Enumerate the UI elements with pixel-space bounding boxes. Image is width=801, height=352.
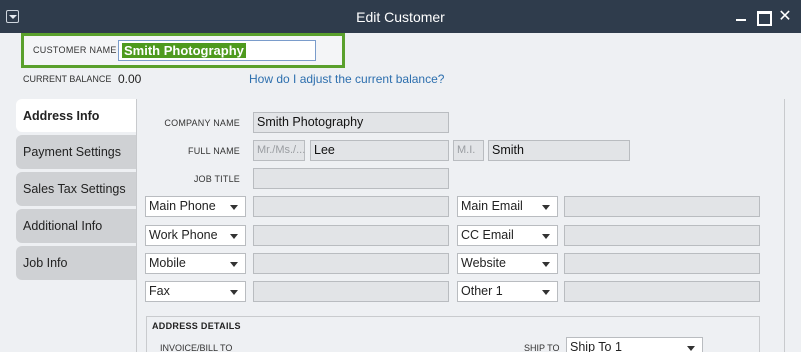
maximize-button[interactable] [752, 6, 774, 28]
close-button[interactable]: ✕ [774, 6, 796, 28]
tab-address-info[interactable]: Address Info [16, 99, 137, 132]
tab-sales-tax-settings[interactable]: Sales Tax Settings [16, 172, 136, 206]
job-title-label: JOB TITLE [193, 174, 240, 184]
customer-name-value: Smith Photography [122, 43, 246, 58]
middle-initial-input[interactable]: M.I. [453, 140, 484, 161]
address-details-title: ADDRESS DETAILS [152, 321, 241, 331]
company-name-input[interactable]: Smith Photography [253, 112, 449, 133]
contact-type-select-mobile[interactable]: Mobile [145, 253, 246, 274]
job-title-input[interactable] [253, 168, 449, 189]
website-input[interactable] [564, 253, 760, 274]
customer-name-input[interactable]: Smith Photography [118, 40, 316, 61]
work-phone-input[interactable] [253, 225, 449, 246]
current-balance-label: CURRENT BALANCE [23, 74, 112, 84]
window-title: Edit Customer [356, 9, 445, 25]
contact-type-select-cc-email[interactable]: CC Email [457, 225, 558, 246]
contact-type-select-main-phone[interactable]: Main Phone [145, 196, 246, 217]
fax-input[interactable] [253, 281, 449, 302]
contact-type-select-website[interactable]: Website [457, 253, 558, 274]
minimize-button[interactable] [730, 6, 752, 28]
last-name-input[interactable]: Smith [488, 140, 630, 161]
full-name-label: FULL NAME [188, 146, 240, 156]
first-name-input[interactable]: Lee [310, 140, 449, 161]
ship-to-label: SHIP TO [524, 343, 560, 352]
cc-email-input[interactable] [564, 225, 760, 246]
tab-list: Address Info Payment Settings Sales Tax … [16, 99, 137, 352]
tab-job-info[interactable]: Job Info [16, 246, 136, 280]
company-name-label: COMPANY NAME [164, 118, 240, 128]
customer-name-label: CUSTOMER NAME [33, 45, 117, 55]
panel-border [784, 99, 785, 352]
title-bar: Edit Customer ✕ [0, 0, 801, 33]
contact-type-select-work-phone[interactable]: Work Phone [145, 225, 246, 246]
salutation-input[interactable]: Mr./Ms./... [253, 140, 305, 161]
main-phone-input[interactable] [253, 196, 449, 217]
current-balance-value: 0.00 [118, 72, 142, 86]
adjust-balance-help-link[interactable]: How do I adjust the current balance? [249, 72, 444, 86]
invoice-bill-to-label: INVOICE/BILL TO [160, 343, 233, 352]
other-1-input[interactable] [564, 281, 760, 302]
tab-payment-settings[interactable]: Payment Settings [16, 135, 136, 169]
tab-additional-info[interactable]: Additional Info [16, 209, 136, 243]
ship-to-select[interactable]: Ship To 1 [566, 337, 703, 352]
contact-type-select-main-email[interactable]: Main Email [457, 196, 558, 217]
contact-type-select-other-1[interactable]: Other 1 [457, 281, 558, 302]
mobile-input[interactable] [253, 253, 449, 274]
contact-type-select-fax[interactable]: Fax [145, 281, 246, 302]
main-email-input[interactable] [564, 196, 760, 217]
